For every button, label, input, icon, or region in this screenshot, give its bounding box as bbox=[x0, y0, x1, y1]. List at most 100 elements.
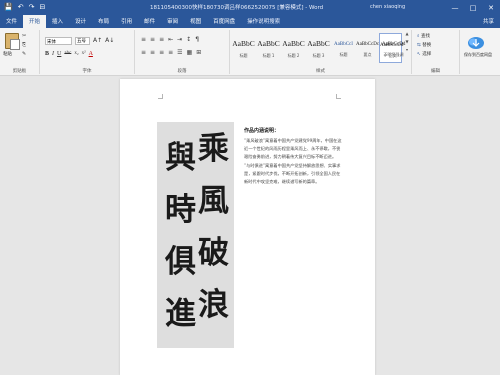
underline-button[interactable]: U bbox=[57, 51, 61, 57]
style-name: 标题 bbox=[339, 52, 348, 57]
bullets-icon[interactable]: ≡ bbox=[141, 36, 146, 43]
style-subtle-emphasis[interactable]: AaBbCcDd 不明显强调 bbox=[382, 33, 405, 63]
title-bar: 💾 ↶ ↷ ⊟ 181105400300快样180730调吕样066252007… bbox=[0, 0, 500, 15]
window-controls: — □ ✕ bbox=[446, 0, 500, 15]
style-name: 标题 2 bbox=[287, 53, 300, 58]
styles-group-label: 样式 bbox=[316, 69, 325, 74]
find-label: 查找 bbox=[420, 34, 430, 39]
styles-gallery-scroll[interactable]: ▲ ▼ ▾ bbox=[404, 31, 410, 61]
select-button[interactable]: ↖ 选择 bbox=[417, 51, 431, 57]
align-left-icon[interactable]: ≡ bbox=[141, 49, 146, 56]
style-title-small[interactable]: AaBbCcI 标题 bbox=[332, 33, 355, 63]
increase-indent-icon[interactable]: ⇥ bbox=[177, 36, 182, 43]
tab-file[interactable]: 文件 bbox=[0, 15, 23, 28]
align-center-icon[interactable]: ≡ bbox=[150, 49, 155, 56]
tab-layout[interactable]: 布局 bbox=[92, 15, 115, 28]
editing-group: ⌕ 查找 ⇆ 替换 ↖ 选择 编辑 bbox=[412, 30, 460, 74]
tab-references[interactable]: 引用 bbox=[115, 15, 138, 28]
scroll-down-icon[interactable]: ▼ bbox=[405, 39, 408, 44]
tab-mailings[interactable]: 邮件 bbox=[138, 15, 161, 28]
font-group-label: 字体 bbox=[82, 69, 92, 74]
cut-icon[interactable]: ✂ bbox=[22, 33, 26, 39]
customize-icon[interactable]: ⊟ bbox=[39, 3, 45, 11]
more-styles-icon[interactable]: ▾ bbox=[406, 47, 408, 52]
margin-corner-marker bbox=[158, 94, 163, 99]
copy-icon[interactable]: ⎘ bbox=[22, 42, 26, 48]
borders-icon[interactable]: ⊞ bbox=[196, 49, 201, 56]
show-marks-icon[interactable]: ¶ bbox=[195, 36, 199, 43]
calligraphy-char: 俱 bbox=[165, 244, 196, 280]
calligraphy-left-column: 與 時 俱 進 bbox=[165, 139, 196, 334]
subscript-button[interactable]: x₂ bbox=[74, 51, 78, 57]
style-name: 标题 1 bbox=[262, 53, 275, 58]
tab-insert[interactable]: 插入 bbox=[46, 15, 69, 28]
ribbon: 粘贴 ✂ ⎘ ✎ 剪贴板 宋体 五号 A↑ A↓ B I U abc x₂ x²… bbox=[0, 28, 500, 76]
numbering-icon[interactable]: ≡ bbox=[150, 36, 155, 43]
baidu-save-label[interactable]: 保存到百度网盘 bbox=[462, 52, 494, 57]
minimize-button[interactable]: — bbox=[446, 0, 464, 15]
calligraphy-char: 破 bbox=[198, 235, 229, 271]
undo-icon[interactable]: ↶ bbox=[18, 3, 24, 11]
justify-icon[interactable]: ≡ bbox=[168, 49, 173, 56]
style-name: 要点 bbox=[363, 52, 372, 57]
clipboard-small-buttons: ✂ ⎘ ✎ bbox=[22, 33, 26, 57]
redo-icon[interactable]: ↷ bbox=[29, 3, 35, 11]
style-name: 标题 3 bbox=[312, 53, 325, 58]
quick-access-toolbar: 💾 ↶ ↷ ⊟ bbox=[4, 3, 45, 11]
editing-group-label: 编辑 bbox=[431, 69, 440, 74]
tab-home[interactable]: 开始 bbox=[23, 15, 47, 28]
tab-review[interactable]: 审阅 bbox=[161, 15, 184, 28]
line-spacing-icon[interactable]: ☰ bbox=[177, 49, 182, 56]
scroll-up-icon[interactable]: ▲ bbox=[405, 31, 408, 36]
style-sample: AaBbC bbox=[232, 39, 255, 48]
document-heading: 作品内涵说明： bbox=[244, 128, 280, 134]
font-name-select[interactable]: 宋体 bbox=[45, 37, 72, 45]
tab-view[interactable]: 视图 bbox=[184, 15, 207, 28]
calligraphy-char: 風 bbox=[198, 183, 229, 219]
font-color-button[interactable]: A bbox=[89, 51, 93, 57]
find-button[interactable]: ⌕ 查找 bbox=[417, 33, 431, 39]
style-heading-2[interactable]: AaBbC 标题 2 bbox=[282, 33, 305, 63]
shrink-font-icon[interactable]: A↓ bbox=[105, 37, 114, 44]
paragraph-group: ≡ ≡ ≡ ⇤ ⇥ ↕ ¶ ≡ ≡ ≡ ≡ ☰ ▦ ⊞ 段落 bbox=[135, 30, 230, 74]
bold-button[interactable]: B bbox=[45, 51, 49, 57]
baidu-netdisk-icon[interactable] bbox=[467, 34, 485, 50]
share-button[interactable]: 共享 bbox=[477, 15, 500, 28]
close-button[interactable]: ✕ bbox=[482, 0, 500, 15]
strikethrough-button[interactable]: abc bbox=[64, 51, 71, 57]
style-sample: AaBbCcDc bbox=[356, 42, 380, 47]
margin-corner-marker bbox=[336, 94, 341, 99]
style-sample: AaBbC bbox=[282, 39, 305, 48]
baidu-group: 保存到百度网盘 bbox=[460, 30, 500, 74]
style-heading-1[interactable]: AaBbC 标题 1 bbox=[257, 33, 280, 63]
style-key-points[interactable]: AaBbCcDc 要点 bbox=[356, 33, 379, 63]
tab-baidu[interactable]: 百度网盘 bbox=[207, 15, 241, 28]
paragraph-row-2: ≡ ≡ ≡ ≡ ☰ ▦ ⊞ bbox=[141, 49, 201, 56]
calligraphy-image[interactable]: 與 時 俱 進 乘 風 破 浪 bbox=[157, 122, 234, 348]
save-icon[interactable]: 💾 bbox=[4, 3, 13, 11]
user-name[interactable]: chen xiaoqing bbox=[370, 4, 405, 10]
calligraphy-char: 進 bbox=[165, 296, 196, 332]
italic-button[interactable]: I bbox=[52, 51, 54, 57]
superscript-button[interactable]: x² bbox=[82, 51, 86, 57]
document-paragraph: “乘风破浪”寓意着中国共产党建党99周年，中国在这近一个世纪的风雨历程里乘风而上… bbox=[244, 138, 342, 159]
sort-icon[interactable]: ↕ bbox=[186, 36, 191, 43]
format-painter-icon[interactable]: ✎ bbox=[22, 51, 26, 57]
paste-button-label[interactable]: 粘贴 bbox=[3, 51, 12, 57]
font-size-buttons: A↑ A↓ bbox=[93, 37, 114, 44]
shading-icon[interactable]: ▦ bbox=[187, 49, 193, 56]
grow-font-icon[interactable]: A↑ bbox=[93, 37, 102, 44]
replace-button[interactable]: ⇆ 替换 bbox=[417, 42, 431, 48]
font-size-select[interactable]: 五号 bbox=[75, 37, 90, 45]
maximize-button[interactable]: □ bbox=[464, 0, 482, 15]
tell-me-search[interactable]: 操作说明搜索 bbox=[241, 15, 286, 28]
style-heading-3[interactable]: AaBbC 标题 3 bbox=[307, 33, 330, 63]
paste-icon[interactable] bbox=[5, 33, 20, 50]
style-title[interactable]: AaBbC 标题 bbox=[232, 33, 255, 63]
multilevel-list-icon[interactable]: ≡ bbox=[159, 36, 164, 43]
tab-design[interactable]: 设计 bbox=[69, 15, 92, 28]
clipboard-group-label: 剪贴板 bbox=[12, 69, 27, 74]
document-text[interactable]: 作品内涵说明： “乘风破浪”寓意着中国共产党建党99周年，中国在这近一个世纪的风… bbox=[244, 127, 342, 187]
decrease-indent-icon[interactable]: ⇤ bbox=[168, 36, 173, 43]
align-right-icon[interactable]: ≡ bbox=[159, 49, 164, 56]
